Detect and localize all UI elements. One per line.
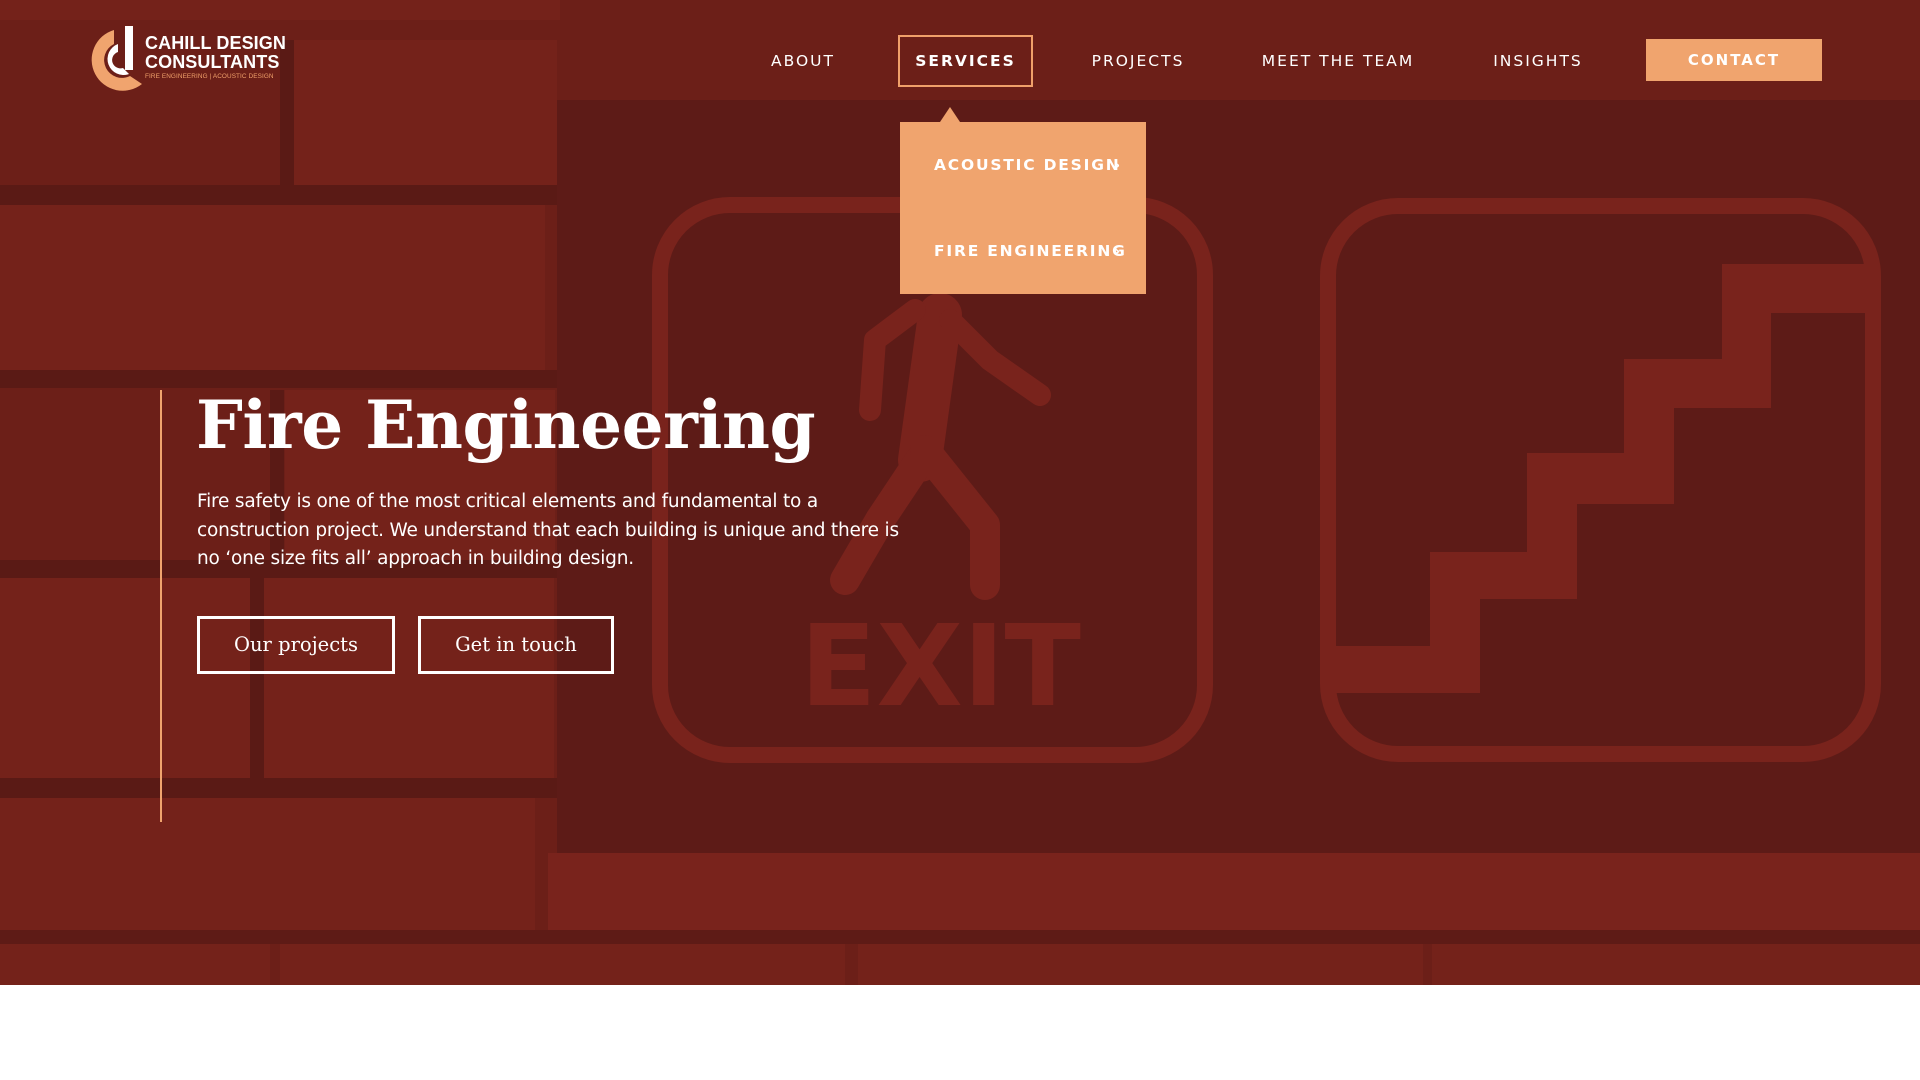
nav-meet-the-team[interactable]: MEET THE TEAM: [1258, 35, 1418, 87]
dropdown-caret: [940, 107, 960, 122]
dropdown-item-fire-engineering[interactable]: FIRE ENGINEERING ›: [934, 231, 1130, 271]
accent-divider: [160, 390, 162, 822]
chevron-right-icon: ›: [1114, 156, 1122, 174]
stairs-icon: [1330, 264, 1866, 693]
dropdown-item-acoustic-design[interactable]: ACOUSTIC DESIGN ›: [934, 145, 1130, 185]
chevron-right-icon: ›: [1114, 242, 1122, 260]
nav-about[interactable]: ABOUT: [753, 35, 853, 87]
nav-services[interactable]: SERVICES: [898, 35, 1033, 87]
get-in-touch-button[interactable]: Get in touch: [418, 616, 614, 674]
main-nav: ABOUT SERVICES PROJECTS MEET THE TEAM IN…: [0, 35, 1920, 87]
dropdown-item-label: FIRE ENGINEERING: [934, 242, 1127, 260]
hero-description: Fire safety is one of the most critical …: [197, 491, 899, 569]
dropdown-item-label: ACOUSTIC DESIGN: [934, 156, 1121, 174]
page-title: Fire Engineering: [196, 386, 816, 464]
our-projects-button[interactable]: Our projects: [197, 616, 395, 674]
stairs-sign-graphic: [1320, 198, 1881, 762]
nav-insights[interactable]: INSIGHTS: [1478, 35, 1598, 87]
nav-projects[interactable]: PROJECTS: [1078, 35, 1198, 87]
contact-button[interactable]: CONTACT: [1646, 39, 1822, 81]
services-dropdown: ACOUSTIC DESIGN › FIRE ENGINEERING ›: [900, 122, 1146, 294]
exit-sign-text: EXIT: [800, 602, 1081, 732]
